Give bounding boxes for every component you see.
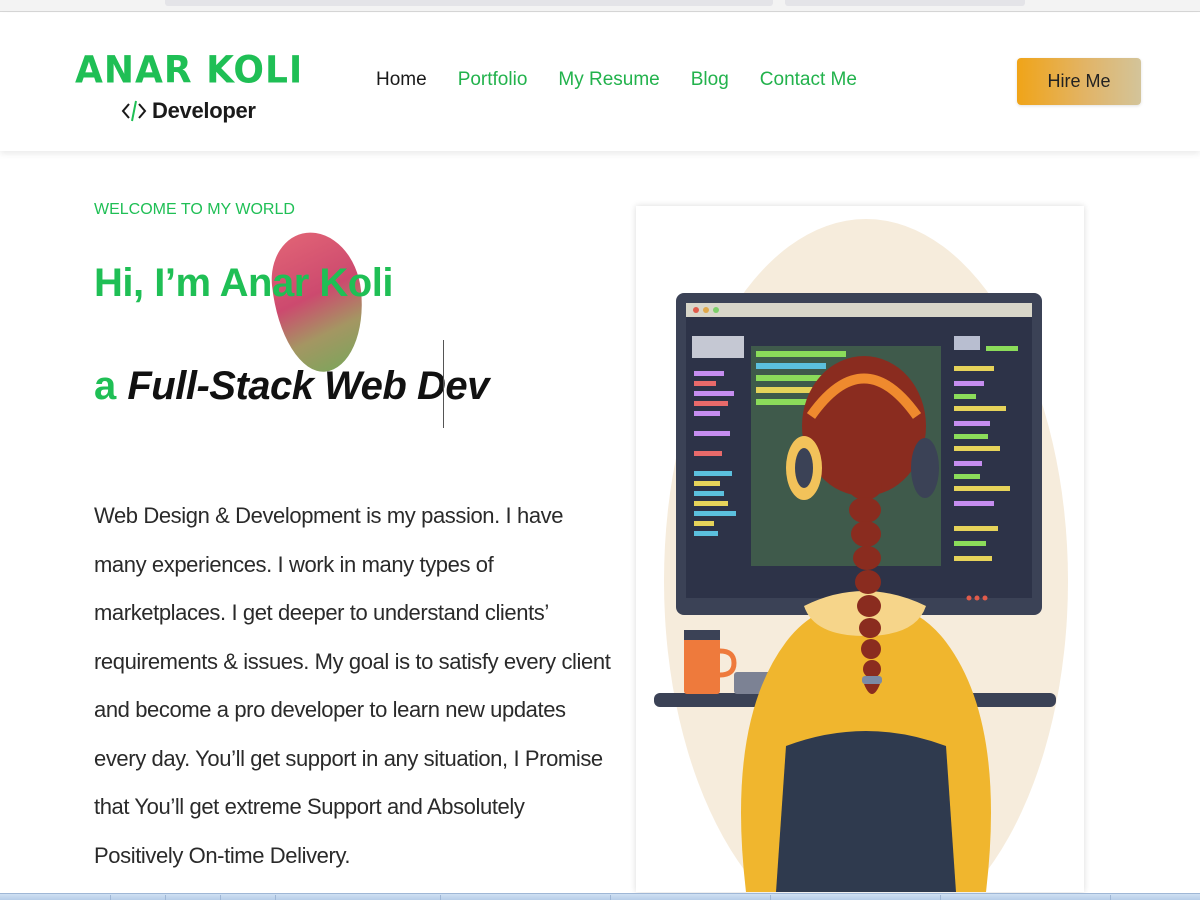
browser-tab[interactable] [165, 0, 773, 6]
nav-my-resume[interactable]: My Resume [558, 69, 659, 91]
developer-at-computer-illustration [636, 206, 1084, 892]
hero-bio: Web Design & Development is my passion. … [94, 503, 611, 868]
taskbar-item[interactable] [110, 895, 111, 900]
taskbar-item[interactable] [1110, 895, 1111, 900]
nav-blog[interactable]: Blog [691, 69, 729, 91]
browser-tab-strip [0, 0, 1200, 12]
code-brackets-icon [121, 100, 147, 122]
logo-subtitle: Developer [152, 98, 256, 123]
taskbar-item[interactable] [610, 895, 611, 900]
main-nav: Home Portfolio My Resume Blog Contact Me [376, 69, 857, 91]
os-taskbar [0, 893, 1200, 900]
role-typed-text: Full-Stack Web Dev [127, 364, 489, 408]
nav-home[interactable]: Home [376, 69, 427, 91]
welcome-text: WELCOME TO MY WORLD [94, 201, 295, 218]
nav-contact-me[interactable]: Contact Me [760, 69, 857, 91]
logo-subtitle-row: Developer [121, 98, 256, 124]
logo[interactable]: ANAR KOLI Developer [75, 49, 302, 129]
browser-tab[interactable] [785, 0, 1025, 6]
taskbar-item[interactable] [770, 895, 771, 900]
hero-title: Hi, I’m Anar Koli [94, 261, 393, 305]
taskbar-item[interactable] [165, 895, 166, 900]
role-prefix: a [94, 364, 117, 408]
taskbar-item[interactable] [940, 895, 941, 900]
typing-cursor [443, 340, 444, 428]
logo-title: ANAR KOLI [75, 48, 304, 92]
taskbar-item[interactable] [275, 895, 276, 900]
site-header: ANAR KOLI Developer Home Portfolio My Re… [0, 13, 1200, 151]
nav-portfolio[interactable]: Portfolio [458, 69, 528, 91]
hire-me-button[interactable]: Hire Me [1017, 58, 1141, 105]
hero-role: a Full-Stack Web Dev [94, 360, 489, 412]
taskbar-item[interactable] [220, 895, 221, 900]
taskbar-item[interactable] [440, 895, 441, 900]
